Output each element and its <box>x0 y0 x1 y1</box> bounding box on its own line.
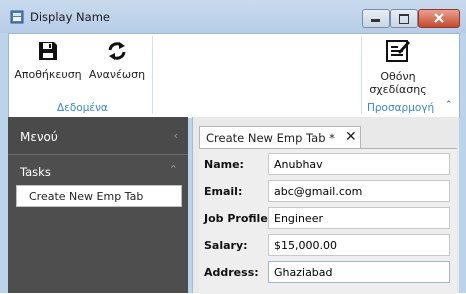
minimize-button[interactable] <box>362 9 390 28</box>
minimize-icon <box>371 19 380 22</box>
form-row-job-profile: Job Profile: Engineer <box>199 205 457 231</box>
app-window: Display Name Αποθήκευση Ανανέωση Δεδομέν… <box>0 0 466 294</box>
ribbon: Αποθήκευση Ανανέωση Δεδομένα Οθόνη σχεδί… <box>8 33 460 118</box>
window-title: Display Name <box>30 10 110 24</box>
tab-create-new-emp[interactable]: Create New Emp Tab * ✕ <box>199 126 361 149</box>
form-row-name: Name: Anubhav <box>199 151 457 177</box>
close-button[interactable] <box>418 9 460 28</box>
nav-item-create-new-emp-tab[interactable]: Create New Emp Tab <box>16 185 182 207</box>
save-icon <box>39 42 57 60</box>
job-profile-label: Job Profile: <box>204 212 273 225</box>
ribbon-separator <box>361 36 362 114</box>
close-tab-icon[interactable]: ✕ <box>345 129 357 145</box>
save-label: Αποθήκευση <box>14 68 82 81</box>
collapse-ribbon-icon[interactable]: ⌃ <box>445 100 453 110</box>
email-label: Email: <box>204 185 243 198</box>
navigation-pane: Μενού ‹ Tasks ⌃ Create New Emp Tab <box>8 117 188 293</box>
designer-label-line2: σχεδίασης <box>369 83 427 96</box>
app-icon <box>10 10 24 24</box>
title-bar[interactable]: Display Name <box>0 0 466 33</box>
group-label-data: Δεδομένα <box>57 102 108 114</box>
group-label-customize: Προσαρμογή <box>367 102 435 114</box>
tab-label: Create New Emp Tab * <box>206 131 335 145</box>
salary-field[interactable]: $15,000.00 <box>268 234 450 256</box>
refresh-button[interactable]: Ανανέωση <box>85 40 149 81</box>
form-row-salary: Salary: $15,000.00 <box>199 232 457 258</box>
nav-group-tasks[interactable]: Tasks ⌃ <box>8 155 188 183</box>
name-label: Name: <box>204 158 244 171</box>
form-panel: Name: Anubhav Email: abc@gmail.com Job P… <box>199 148 457 294</box>
modified-marker: * <box>329 131 335 145</box>
form-row-address: Address: Ghaziabad <box>199 259 457 285</box>
screen-designer-button[interactable]: Οθόνη σχεδίασης <box>363 38 433 96</box>
email-field[interactable]: abc@gmail.com <box>268 180 450 202</box>
nav-group-label: Tasks <box>20 165 51 179</box>
ribbon-separator <box>152 36 153 114</box>
job-profile-field[interactable]: Engineer <box>268 207 450 229</box>
content-area: Create New Emp Tab * ✕ Name: Anubhav Ema… <box>192 117 459 294</box>
designer-label-line1: Οθόνη <box>380 70 416 83</box>
address-label: Address: <box>204 266 259 279</box>
name-field[interactable]: Anubhav <box>268 153 450 175</box>
save-button[interactable]: Αποθήκευση <box>13 40 83 81</box>
address-field[interactable]: Ghaziabad <box>268 261 450 283</box>
chevron-up-icon[interactable]: ⌃ <box>169 163 178 176</box>
chevron-left-icon[interactable]: ‹ <box>174 129 178 142</box>
maximize-icon <box>399 14 409 24</box>
form-row-email: Email: abc@gmail.com <box>199 178 457 204</box>
refresh-icon <box>108 42 126 60</box>
nav-item-label: Create New Emp Tab <box>29 190 144 203</box>
maximize-button[interactable] <box>390 9 418 28</box>
nav-header-label: Μενού <box>20 130 58 144</box>
close-icon <box>434 13 444 23</box>
designer-icon <box>386 40 410 62</box>
refresh-label: Ανανέωση <box>88 68 146 81</box>
salary-label: Salary: <box>204 239 248 252</box>
nav-header[interactable]: Μενού ‹ <box>8 117 188 155</box>
